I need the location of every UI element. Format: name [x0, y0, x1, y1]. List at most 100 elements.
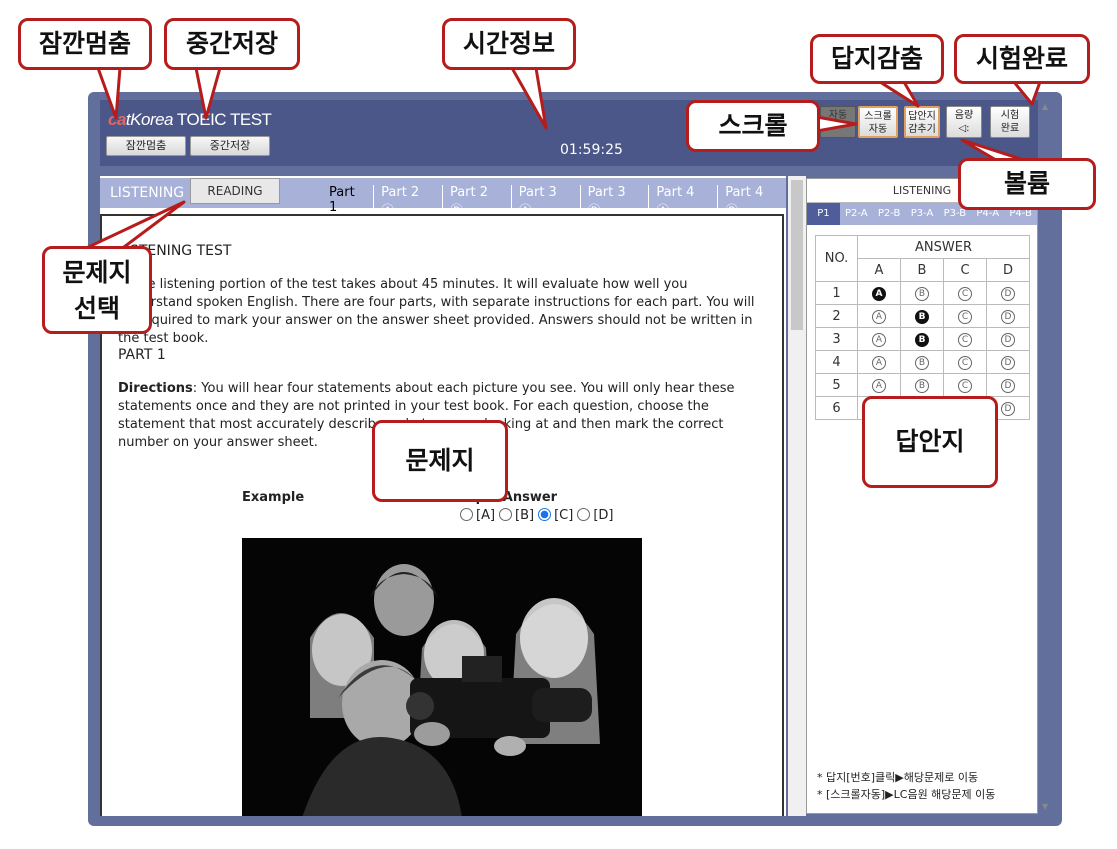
speaker-icon: ◁:	[958, 123, 970, 134]
callout-paper-select: 문제지 선택	[42, 246, 152, 334]
question-number[interactable]: 5	[815, 373, 858, 397]
scroll-down-icon[interactable]: ▼	[1042, 802, 1048, 811]
question-number[interactable]: 4	[815, 350, 858, 374]
question-number[interactable]: 3	[815, 327, 858, 351]
answer-bubble-d[interactable]: D	[1001, 356, 1015, 370]
pause-button[interactable]: 잠깐멈춤	[106, 136, 186, 156]
hide-answer-sheet-button[interactable]: 답안지 감추기	[904, 106, 940, 138]
answer-bubble-a[interactable]: A	[872, 379, 886, 393]
auto-scroll-button[interactable]: 스크롤 자동	[858, 106, 898, 138]
answer-cell: A	[857, 281, 901, 305]
section-tab-bar: LISTENING READING Part 1 Part 2 Ⓐ Part 2…	[100, 178, 786, 219]
answer-bubble-d[interactable]: D	[1001, 402, 1015, 416]
intro-text: In the listening portion of the test tak…	[118, 277, 755, 346]
callout-volume: 볼륨	[958, 158, 1096, 210]
answer-cell: B	[900, 281, 944, 305]
answer-tab-p2b[interactable]: P2-B	[873, 203, 906, 225]
example-photo	[242, 538, 642, 816]
answer-cell: A	[857, 373, 901, 397]
answer-bubble-b[interactable]: B	[915, 356, 929, 370]
answer-cell: C	[943, 373, 987, 397]
answer-cell: D	[986, 304, 1030, 328]
answer-bubble-b[interactable]: B	[915, 333, 929, 347]
test-header: catKorea TOEIC TEST 잠깐멈춤 중간저장 01:59:25 자…	[100, 100, 1038, 166]
answer-bubble-c[interactable]: C	[958, 333, 972, 347]
option-a[interactable]: [A]	[460, 508, 495, 523]
scrollbar-thumb[interactable]	[791, 180, 803, 330]
answer-bubble-d[interactable]: D	[1001, 379, 1015, 393]
logo: catKorea TOEIC TEST	[108, 110, 272, 129]
question-number[interactable]: 2	[815, 304, 858, 328]
answer-bubble-b[interactable]: B	[915, 310, 929, 324]
answer-cell: B	[900, 304, 944, 328]
timer: 01:59:25	[560, 142, 623, 158]
tab-reading[interactable]: READING	[190, 178, 280, 204]
scroll-up-icon[interactable]: ▲	[1042, 102, 1048, 111]
answer-row: 3A B C D	[815, 327, 1030, 351]
option-c[interactable]: [C]	[538, 508, 573, 523]
answer-row: 4A B C D	[815, 350, 1030, 374]
option-b[interactable]: [B]	[499, 508, 534, 523]
choice-header-d: D	[986, 258, 1030, 282]
callout-pause: 잠깐멈춤	[18, 18, 152, 70]
callout-answer-sheet: 답안지	[862, 396, 998, 488]
hidden-tool-button[interactable]: 자동	[820, 106, 856, 138]
sample-answer-options: [A] [B] [C] [D]	[460, 508, 614, 523]
answer-bubble-d[interactable]: D	[1001, 333, 1015, 347]
answer-note-2: * [스크롤자동]▶LC음원 해당문제 이동	[817, 788, 996, 801]
answer-cell: C	[943, 304, 987, 328]
radio-icon	[577, 508, 591, 521]
example-label: Example	[242, 490, 305, 505]
no-header: NO.	[815, 235, 858, 282]
answer-row: 2A B C D	[815, 304, 1030, 328]
radio-icon	[460, 508, 473, 521]
answer-bubble-a[interactable]: A	[872, 333, 886, 347]
answer-bubble-d[interactable]: D	[1001, 287, 1015, 301]
callout-finish: 시험완료	[954, 34, 1090, 84]
answer-note-1: * 답지[번호]클릭▶해당문제로 이동	[817, 771, 979, 784]
answer-bubble-c[interactable]: C	[958, 379, 972, 393]
answer-sheet: LISTENING P1 P2-A P2-B P3-A P3-B P4-A P4…	[806, 178, 1038, 814]
radio-icon	[499, 508, 513, 521]
answer-bubble-b[interactable]: B	[915, 287, 929, 301]
answer-cell: B	[900, 350, 944, 374]
finish-test-button[interactable]: 시험 완료	[990, 106, 1030, 138]
question-number[interactable]: 6	[815, 396, 858, 420]
callout-scroll: 스크롤	[686, 100, 820, 152]
test-title: LISTENING TEST	[118, 243, 232, 259]
answer-header: ANSWER	[857, 235, 1030, 259]
answer-tab-p1[interactable]: P1	[807, 203, 840, 225]
choice-header-c: C	[943, 258, 987, 282]
answer-cell: A	[857, 327, 901, 351]
answer-row: 5A B C D	[815, 373, 1030, 397]
answer-cell: C	[943, 350, 987, 374]
answer-cell: B	[900, 327, 944, 351]
callout-save: 중간저장	[164, 18, 300, 70]
tab-listening[interactable]: LISTENING	[110, 185, 184, 201]
answer-bubble-a[interactable]: A	[872, 287, 886, 301]
answer-row: 1A B C D	[815, 281, 1030, 305]
question-scrollbar[interactable]	[788, 176, 806, 816]
callout-hide-answers: 답지감춤	[810, 34, 944, 84]
answer-bubble-c[interactable]: C	[958, 287, 972, 301]
volume-button[interactable]: 음량 ◁:	[946, 106, 982, 138]
answer-cell: C	[943, 281, 987, 305]
option-d[interactable]: [D]	[577, 508, 614, 523]
answer-cell: A	[857, 304, 901, 328]
answer-grid: NO. ANSWER A B C D 1ABCD2ABCD3ABCD4ABCD5…	[815, 235, 1030, 420]
answer-bubble-a[interactable]: A	[872, 310, 886, 324]
answer-tab-p2a[interactable]: P2-A	[840, 203, 873, 225]
choice-header-a: A	[857, 258, 901, 282]
question-number[interactable]: 1	[815, 281, 858, 305]
answer-bubble-c[interactable]: C	[958, 356, 972, 370]
answer-cell: D	[986, 327, 1030, 351]
answer-bubble-d[interactable]: D	[1001, 310, 1015, 324]
radio-selected-icon	[538, 508, 552, 521]
answer-tab-p3a[interactable]: P3-A	[906, 203, 939, 225]
answer-cell: B	[900, 373, 944, 397]
answer-bubble-a[interactable]: A	[872, 356, 886, 370]
answer-bubble-b[interactable]: B	[915, 379, 929, 393]
save-progress-button[interactable]: 중간저장	[190, 136, 270, 156]
answer-bubble-c[interactable]: C	[958, 310, 972, 324]
choice-header-b: B	[900, 258, 944, 282]
